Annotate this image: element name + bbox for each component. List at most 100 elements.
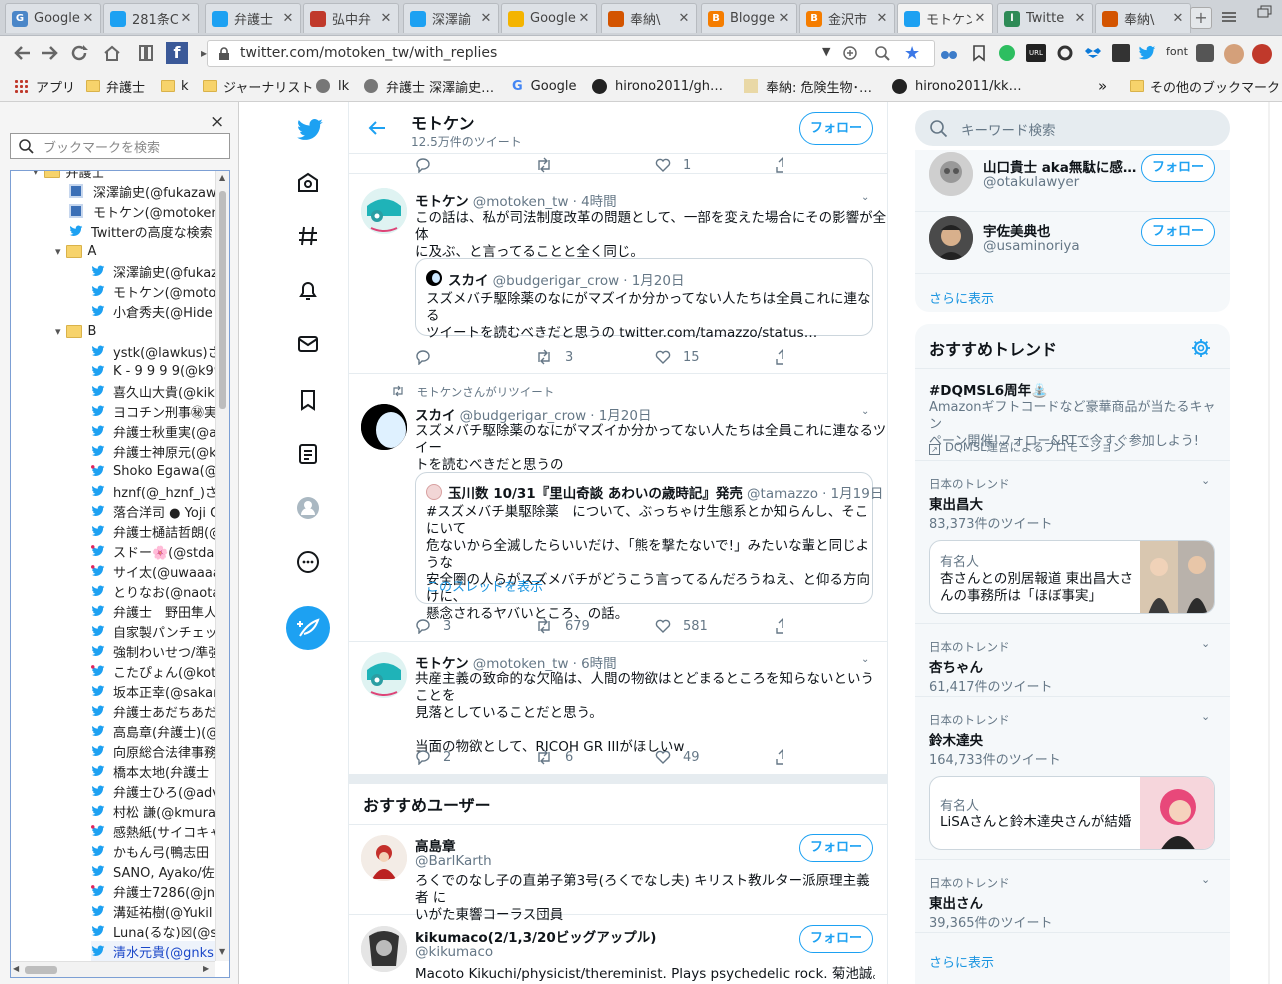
tweet[interactable]: モトケン @motoken_tw · 6時間 ⌄ 共産主義の致命的な欠陥は、人間… (349, 642, 887, 774)
trend-caret-icon[interactable]: ⌄ (1201, 637, 1210, 650)
url-dropdown-icon[interactable]: ▼ (822, 45, 830, 58)
bookmark-item[interactable]: 小倉秀夫(@Hide (91, 301, 213, 321)
bookmarks-icon[interactable] (296, 388, 320, 412)
bookmark-item[interactable]: ystk(@lawkus)さん (91, 341, 229, 361)
bookmark-item[interactable]: SANO, Ayako/佐 (91, 861, 215, 881)
bookmark-item[interactable]: モトケン(@motoken_ (69, 201, 226, 221)
messages-envelope-icon[interactable] (296, 332, 320, 356)
user-handle[interactable]: @BarlKarth (415, 853, 492, 869)
avatar[interactable] (929, 152, 973, 196)
tab-list-icon[interactable] (1220, 9, 1238, 25)
tab-close-icon[interactable]: ✕ (378, 11, 394, 26)
bookmark-item[interactable]: 深澤諭史(@fukaz (91, 261, 218, 281)
bookmark-item[interactable]: 喜久山大貴(@kik (91, 381, 215, 401)
browser-tab[interactable]: B 金沢市 ✕ (799, 3, 895, 33)
retweet-button[interactable]: 6 (535, 748, 655, 766)
header-follow-button[interactable]: フォロー (799, 112, 873, 145)
reply-button[interactable] (415, 348, 535, 366)
reply-button[interactable]: 2 (415, 748, 535, 766)
window-restore-icon[interactable] (1256, 4, 1274, 20)
settings-gear-icon[interactable] (1191, 338, 1211, 358)
url-shortener-icon[interactable]: URL (1026, 44, 1046, 62)
like-button[interactable]: 49 (655, 748, 775, 766)
trend-caret-icon[interactable]: ⌄ (1201, 710, 1210, 723)
follow-button[interactable]: フォロー (799, 834, 873, 862)
bookmark-item[interactable]: スドー🌸(@stdau (91, 541, 223, 561)
binoculars-icon[interactable] (940, 44, 958, 62)
bookmark-item[interactable]: 深澤諭史(@fukazawa (69, 181, 225, 201)
browser-tab[interactable]: 深澤諭 ✕ (403, 3, 499, 33)
bookmark-item[interactable]: 溝延祐樹(@Yukil (91, 901, 213, 921)
bookmark-extension-icon[interactable] (136, 44, 156, 62)
bookmark-search-input[interactable]: ブックマークを検索 (10, 133, 230, 159)
trend-caret-icon[interactable]: ⌄ (1201, 873, 1210, 886)
show-more-link[interactable]: さらに表示 (929, 288, 994, 307)
share-button[interactable] (775, 617, 795, 635)
browser-tab[interactable]: 弘中弁 ✕ (303, 3, 399, 33)
tab-close-icon[interactable]: ✕ (1072, 11, 1088, 26)
like-button[interactable]: 15 (655, 348, 775, 366)
page-scrollbar[interactable] (1268, 102, 1270, 984)
browser-tab[interactable]: 奉納\ ✕ (601, 3, 697, 33)
bookmark-github-kk[interactable]: hirono2011/kk… (892, 77, 1022, 95)
bookmark-item[interactable]: 強制わいせつ/準強 (91, 641, 221, 661)
bookmark-folder-journalists[interactable]: ジャーナリスト (203, 77, 313, 96)
follow-button[interactable]: フォロー (799, 925, 873, 953)
tweet-time[interactable]: 6時間 (581, 656, 617, 672)
bookmark-other[interactable]: その他のブックマーク (1130, 77, 1280, 96)
bookmark-item[interactable]: Luna(るな)☒(@st (91, 921, 222, 941)
follow-button[interactable]: フォロー (1141, 154, 1215, 182)
trend-news-card[interactable]: 有名人 LiSAさんと鈴木達央さんが結婚 (929, 776, 1215, 850)
retweet-button[interactable]: 679 (535, 617, 655, 635)
bookmark-item[interactable]: サイ太(@uwaaaa) (91, 561, 226, 581)
user-handle[interactable]: @usaminoriya (983, 238, 1080, 254)
expand-triangle-icon[interactable]: ▾ (55, 325, 61, 338)
bookmarks-overflow-button[interactable]: » (1098, 77, 1107, 95)
bookmark-item[interactable]: こたぴょん(@kotar (91, 661, 229, 681)
bookmark-star-icon[interactable]: ★ (904, 43, 920, 64)
tab-close-icon[interactable]: ✕ (478, 11, 494, 26)
user-cell[interactable]: 宇佐美典也 @usaminoriya フォロー (915, 212, 1230, 274)
scroll-up-arrow[interactable]: ▲ (219, 173, 225, 182)
bookmark-item[interactable]: 弁護士樋詰哲朗(@ (91, 521, 222, 541)
twitter-extension-icon[interactable] (1138, 44, 1156, 62)
trend-news-card[interactable]: 有名人 杏さんとの別居報道 東出昌大さ んの事務所は「ほぼ事実」 (929, 540, 1215, 614)
browser-tab[interactable]: l Twitte ✕ (997, 3, 1093, 33)
share-button[interactable] (775, 156, 795, 174)
keyword-search-input[interactable]: キーワード検索 (915, 110, 1230, 146)
browser-tab[interactable]: G Google ✕ (5, 3, 101, 33)
bookmark-item[interactable]: 感熱紙(サイコキャ (91, 821, 222, 841)
trend-item[interactable]: 日本のトレンド ⌄ 杏ちゃん 61,417件のツイート (915, 625, 1230, 697)
browser-tab[interactable]: 弁護士 ✕ (205, 3, 301, 33)
bookmark-item[interactable]: 弁護士秋重実(@a (91, 421, 217, 441)
quoted-tweet[interactable]: 玉川数 10/31『里山奇談 あわいの歳時記』発売 @tamazzo · 1月1… (415, 472, 883, 622)
reload-icon[interactable] (70, 44, 90, 62)
avatar[interactable] (361, 835, 407, 881)
compose-tweet-button[interactable] (286, 606, 330, 650)
bookmark-item[interactable]: 弁護士ひろ(@adv (91, 781, 220, 801)
browser-tab[interactable]: Google ✕ (501, 3, 597, 33)
avatar[interactable] (929, 216, 973, 260)
share-button[interactable] (775, 348, 795, 366)
bookmark-item[interactable]: hznf(@_hznf_)さん (91, 481, 229, 501)
tweet-caret-icon[interactable]: ⌄ (861, 192, 869, 203)
dropbox-icon[interactable] (1084, 44, 1102, 62)
scroll-left-arrow[interactable]: ◀ (13, 964, 19, 973)
bookmark-item[interactable]: Shoko Egawa(@ (91, 461, 218, 481)
bookmark-item[interactable]: 高島章(弁護士)(@ (91, 721, 219, 741)
like-button[interactable]: 1 (655, 156, 775, 174)
bookmark-item[interactable]: 弁護士神原元(@k (91, 441, 217, 461)
bookmark-item[interactable]: 清水元貴(@gnks (91, 941, 215, 961)
promoted-trend[interactable]: #DQMSL6周年⛲ Amazonギフトコードなど豪華商品が当たるキャン ペーン開… (915, 369, 1230, 461)
bookmark-item[interactable]: 落合洋司 ● Yoji O (91, 501, 220, 521)
gear-extension-icon[interactable] (1056, 44, 1074, 62)
bookmark-item[interactable]: Twitterの高度な検索 (69, 221, 213, 241)
tweet-author-name[interactable]: モトケン (415, 194, 469, 210)
more-icon[interactable] (296, 550, 320, 574)
tweet-partial[interactable]: 1 (349, 154, 887, 174)
bookmark-item[interactable]: K - 9 9 9 9(@k99 (91, 361, 222, 381)
browser-tab[interactable]: モトケン✕ (897, 3, 993, 33)
tweet-author-name[interactable]: スカイ (415, 408, 456, 424)
tab-close-icon[interactable]: ✕ (972, 11, 988, 26)
trend-item[interactable]: 日本のトレンド ⌄ 東出さん 39,365件のツイート (915, 861, 1230, 933)
